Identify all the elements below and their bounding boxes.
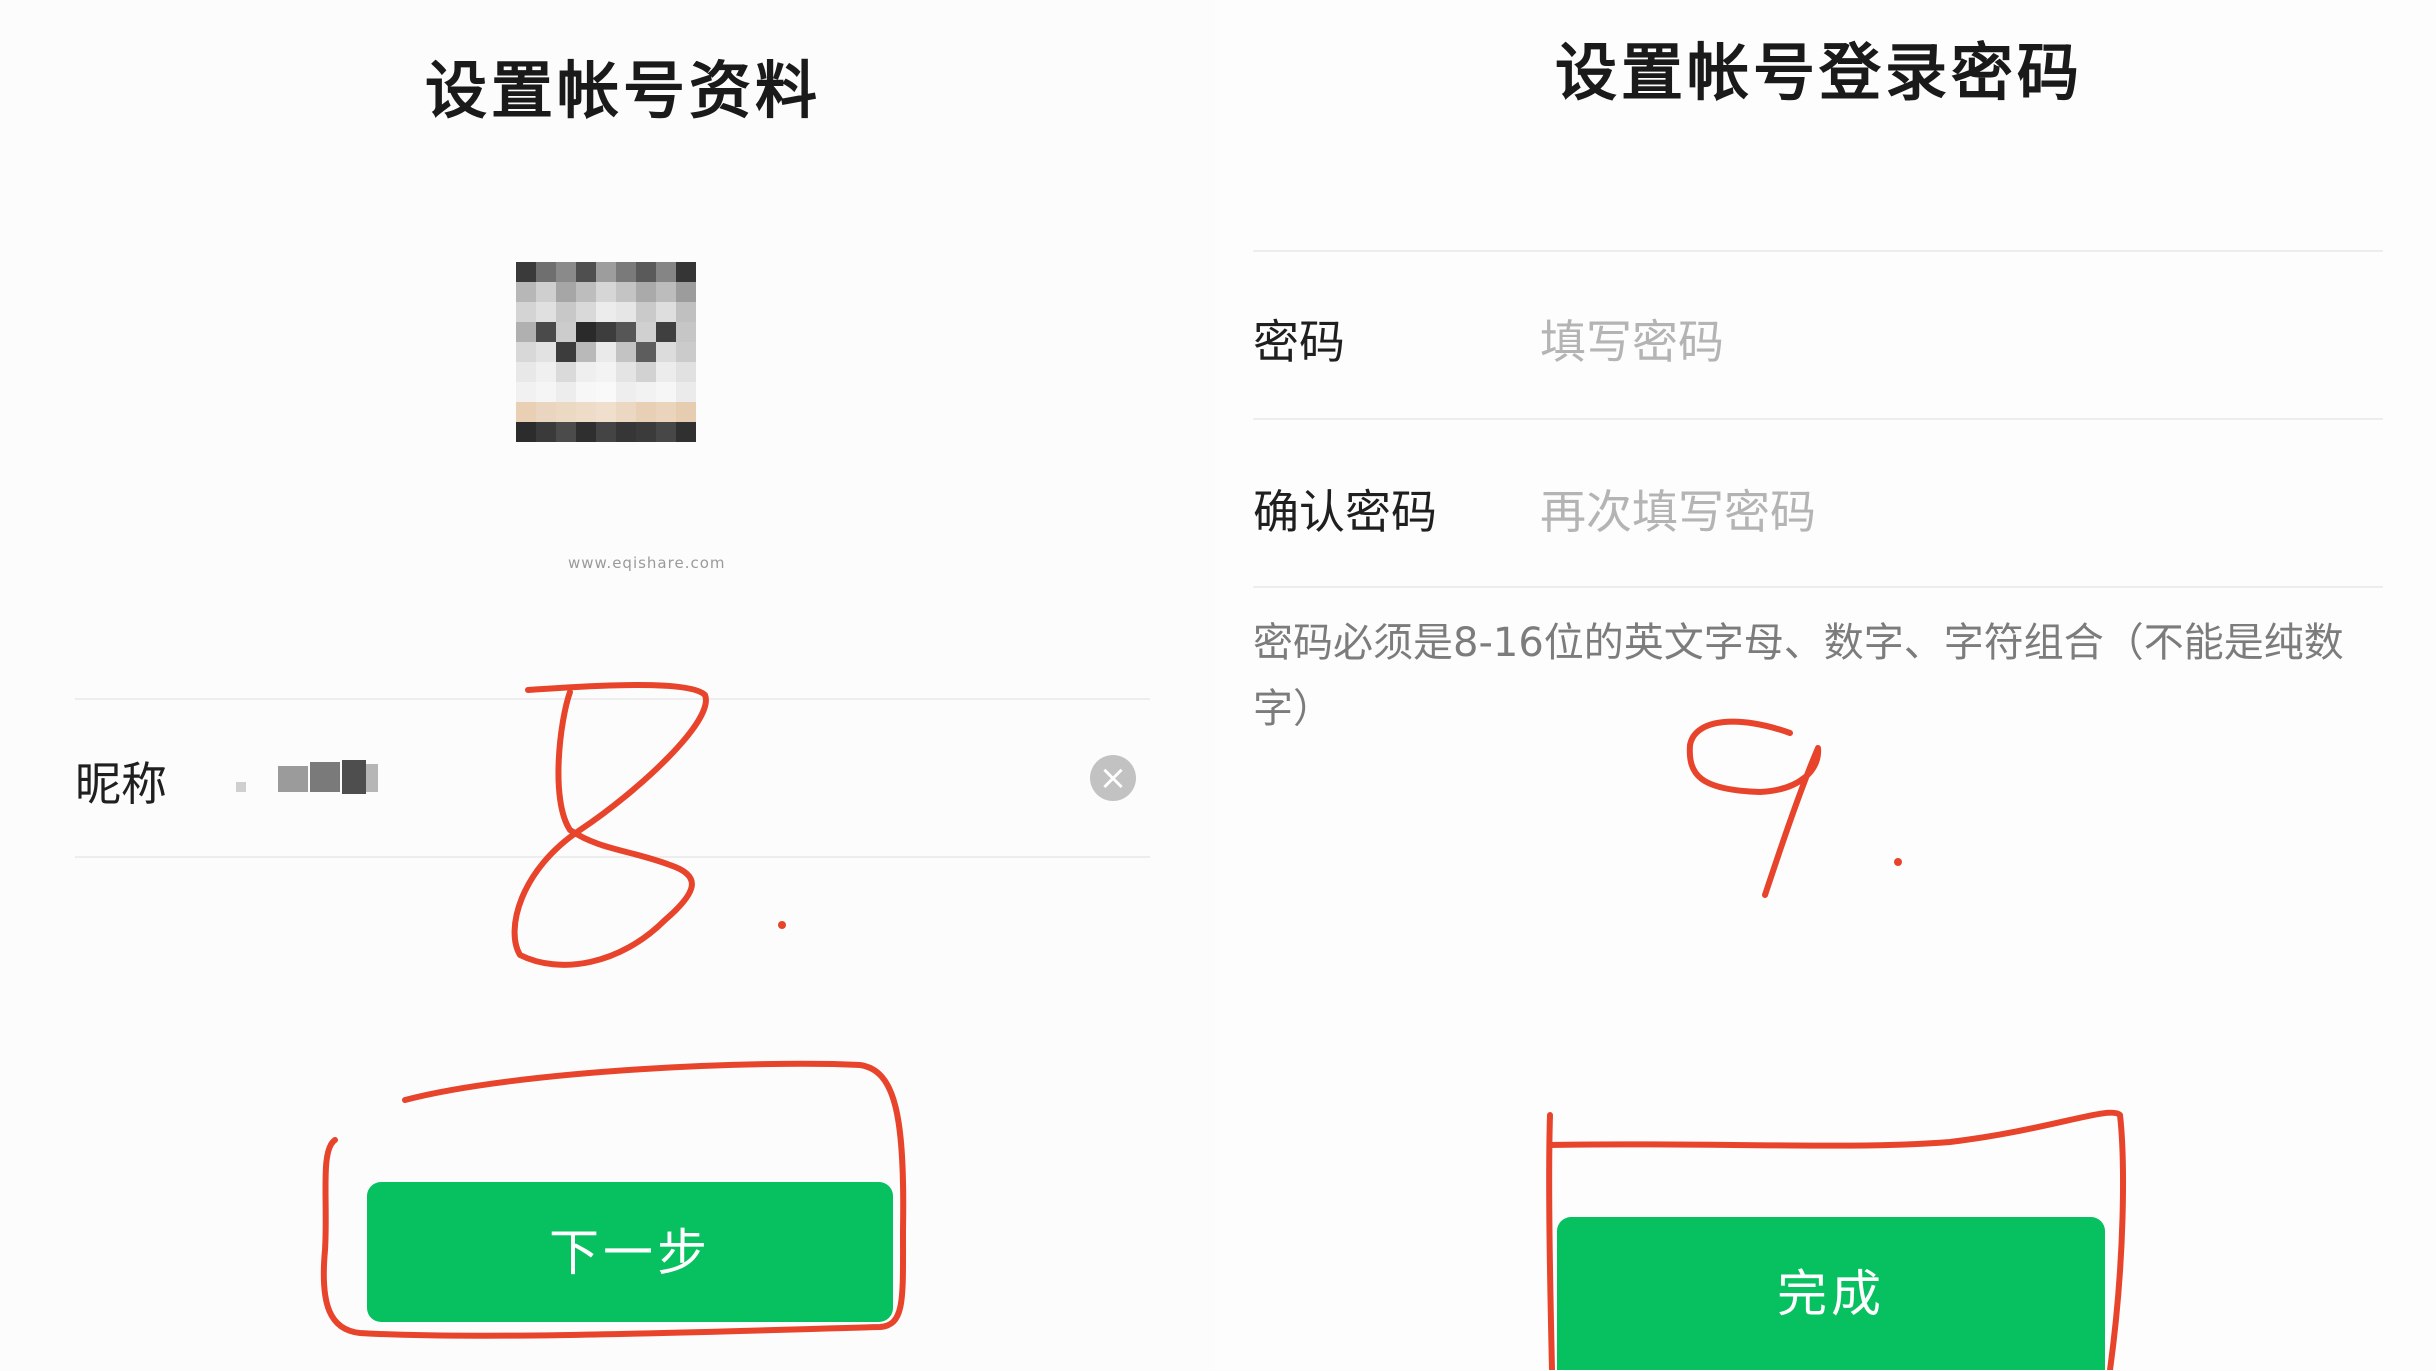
avatar[interactable]: [516, 262, 696, 442]
divider-top: [75, 698, 1150, 700]
divider-1: [1253, 250, 2383, 252]
page-title: 设置帐号登录密码: [1555, 36, 2084, 109]
password-input[interactable]: 填写密码: [1540, 306, 1724, 372]
password-hint: 密码必须是8-16位的英文字母、数字、字符组合（不能是纯数字）: [1253, 620, 2344, 732]
divider-2: [1253, 418, 2383, 420]
nickname-input[interactable]: [230, 752, 385, 802]
confirm-password-label: 确认密码: [1253, 485, 1437, 539]
done-button[interactable]: 完成: [1557, 1217, 2105, 1370]
watermark: www.eqishare.com: [568, 554, 726, 572]
page-title: 设置帐号资料: [425, 54, 822, 127]
divider-3: [1253, 586, 2383, 588]
next-button[interactable]: 下一步: [367, 1182, 893, 1322]
password-label: 密码: [1253, 315, 1345, 369]
divider-bottom: [75, 856, 1150, 858]
confirm-password-input[interactable]: 再次填写密码: [1540, 476, 1816, 542]
nickname-label: 昵称: [75, 757, 167, 811]
profile-setup-panel: 设置帐号资料 www.eqishare.com 昵称 × 下一步: [0, 0, 1215, 1370]
clear-icon[interactable]: ×: [1090, 755, 1136, 801]
